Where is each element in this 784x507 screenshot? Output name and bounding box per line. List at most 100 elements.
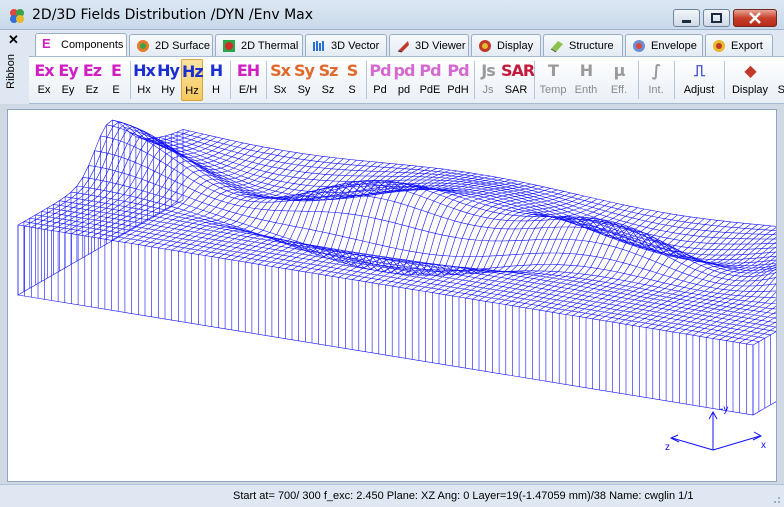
int--icon: ∫: [651, 61, 662, 80]
sy-icon: Sy: [294, 61, 315, 80]
maximize-button[interactable]: [703, 9, 730, 27]
toolbar-button-hy[interactable]: Hy Hy: [157, 59, 180, 101]
toolbar-button-label: Ez: [85, 84, 99, 96]
tab-export[interactable]: Export: [705, 34, 773, 56]
tab-label: 3D Vector: [331, 40, 380, 52]
mesh-line: [412, 194, 578, 290]
toolbar-button-label: pd: [397, 84, 411, 96]
toolbar-button-s[interactable]: SS: [341, 59, 363, 101]
mesh-line: [171, 157, 337, 251]
axis-label-x: x: [761, 440, 766, 451]
adjust-icon: ⎍: [693, 61, 705, 80]
toolbar-button-label: Sx: [273, 84, 287, 96]
ribbon-close-button[interactable]: ✕: [8, 32, 19, 48]
pd-icon: pd: [393, 61, 416, 80]
toolbar-button-h[interactable]: HH: [205, 59, 227, 101]
mesh-line: [59, 200, 784, 320]
toolbar-button-label: Adjust: [683, 84, 715, 96]
toolbar-button-ex[interactable]: Ex Ex: [33, 59, 55, 101]
tab-structure[interactable]: Structure: [543, 34, 623, 56]
tab-3d-vector[interactable]: 3D Vector: [305, 34, 387, 56]
toolbar-button-label: Ey: [61, 84, 75, 96]
display-icon: [479, 40, 491, 52]
mesh-line: [112, 119, 784, 274]
toolbar-button-sar[interactable]: SAR SAR: [501, 59, 535, 101]
toolbar-button-pd[interactable]: pd pd: [393, 59, 416, 101]
tab-3d-viewer[interactable]: 3D Viewer: [389, 34, 469, 56]
toolbar-button-label: Ex: [37, 84, 51, 96]
tab-display[interactable]: Display: [471, 34, 541, 56]
toolbar-button-ez[interactable]: Ez Ez: [81, 59, 103, 101]
toolbar-button-display[interactable]: ◆ Display: [727, 59, 773, 101]
tab-label: 2D Thermal: [241, 40, 299, 52]
toolbar-separator: [674, 61, 675, 99]
toolbar-button-label: Pd: [373, 84, 387, 96]
e-field-icon: E: [42, 36, 51, 51]
toolbar-button-structure[interactable]: ◆ Structure: [775, 59, 784, 101]
toolbar-button-label: Sz: [321, 84, 335, 96]
minimize-button[interactable]: [673, 9, 700, 27]
toolbar-button-ey[interactable]: Ey Ey: [57, 59, 79, 101]
sz-icon: Sz: [318, 61, 339, 80]
export-icon: [713, 40, 725, 52]
toolbar-separator: [130, 61, 131, 99]
toolbar-button-enth[interactable]: H Enth: [571, 59, 601, 101]
toolbar-button-pd[interactable]: Pd Pd: [369, 59, 391, 101]
hx-icon: Hx: [133, 61, 156, 80]
tab-label: Components: [61, 39, 124, 51]
toolbar-separator: [230, 61, 231, 99]
close-button[interactable]: [733, 9, 777, 27]
toolbar-separator: [366, 61, 367, 99]
toolbar-button-pde[interactable]: Pd PdE: [417, 59, 443, 101]
tab-envelope[interactable]: Envelope: [625, 34, 703, 56]
toolbar-button-label: Hx: [137, 84, 151, 96]
status-bar: Start at= 700/ 300 f_exc: 2.450 Plane: X…: [0, 484, 784, 507]
toolbar-button-hz[interactable]: Hz Hz: [181, 59, 204, 101]
s-icon: S: [346, 61, 359, 80]
surface-mesh: [17, 119, 784, 416]
toolbar-button-int-[interactable]: ∫ Int.: [641, 59, 671, 101]
hz-icon: Hz: [182, 62, 204, 81]
toolbar-button-eff-[interactable]: μ Eff.: [603, 59, 635, 101]
toolbar-button-label: PdE: [419, 84, 441, 96]
toolbar-button-label: S: [348, 84, 356, 96]
toolbar-button-label: Temp: [539, 84, 567, 96]
structure-icon: ◆: [775, 61, 784, 80]
plot-canvas[interactable]: -y x z: [7, 109, 784, 482]
toolbar-button-js[interactable]: Js Js: [477, 59, 499, 101]
mesh-line: [652, 249, 784, 329]
mesh-line: [572, 222, 738, 316]
toolbar-button-label: Hz: [185, 85, 199, 97]
toolbar-button-label: Structure: [777, 84, 784, 96]
field-surface-plot[interactable]: -y x z: [8, 110, 784, 481]
toolbar-button-hx[interactable]: Hx Hx: [133, 59, 156, 101]
ez-icon: Ez: [82, 61, 102, 80]
ribbon-label[interactable]: Ribbon: [5, 54, 17, 89]
e-h-icon: EH: [236, 61, 260, 80]
toolbar-button-sx[interactable]: Sx Sx: [269, 59, 291, 101]
mesh-line: [70, 191, 784, 311]
toolbar-button-label: Hy: [161, 84, 175, 96]
tab-2d-surface[interactable]: 2D Surface: [129, 34, 213, 56]
mesh-line: [178, 158, 344, 252]
tab-label: Structure: [569, 40, 614, 52]
toolbar-button-pdh[interactable]: Pd PdH: [445, 59, 471, 101]
surface-icon: [137, 40, 149, 52]
pd-icon: Pd: [369, 61, 391, 80]
tab-label: 2D Surface: [155, 40, 211, 52]
title-bar: 2D/3D Fields Distribution /DYN /Env Max: [0, 0, 784, 30]
resize-grip-icon[interactable]: [771, 494, 781, 504]
sar-icon: SAR: [501, 61, 535, 80]
toolbar-button-e-h[interactable]: EH E/H: [233, 59, 263, 101]
toolbar-button-adjust[interactable]: ⎍ Adjust: [677, 59, 721, 101]
toolbar-button-sz[interactable]: Sz Sz: [317, 59, 339, 101]
tab-2d-thermal[interactable]: 2D Thermal: [215, 34, 303, 56]
toolbar-separator: [534, 61, 535, 99]
tab-label: Export: [731, 40, 763, 52]
tab-components[interactable]: E Components: [35, 33, 127, 56]
toolbar-button-sy[interactable]: Sy Sy: [293, 59, 315, 101]
toolbar-button-temp[interactable]: T Temp: [537, 59, 569, 101]
envelope-icon: [633, 40, 645, 52]
toolbar-button-e[interactable]: EE: [105, 59, 127, 101]
toolbar-button-label: Js: [482, 84, 494, 96]
